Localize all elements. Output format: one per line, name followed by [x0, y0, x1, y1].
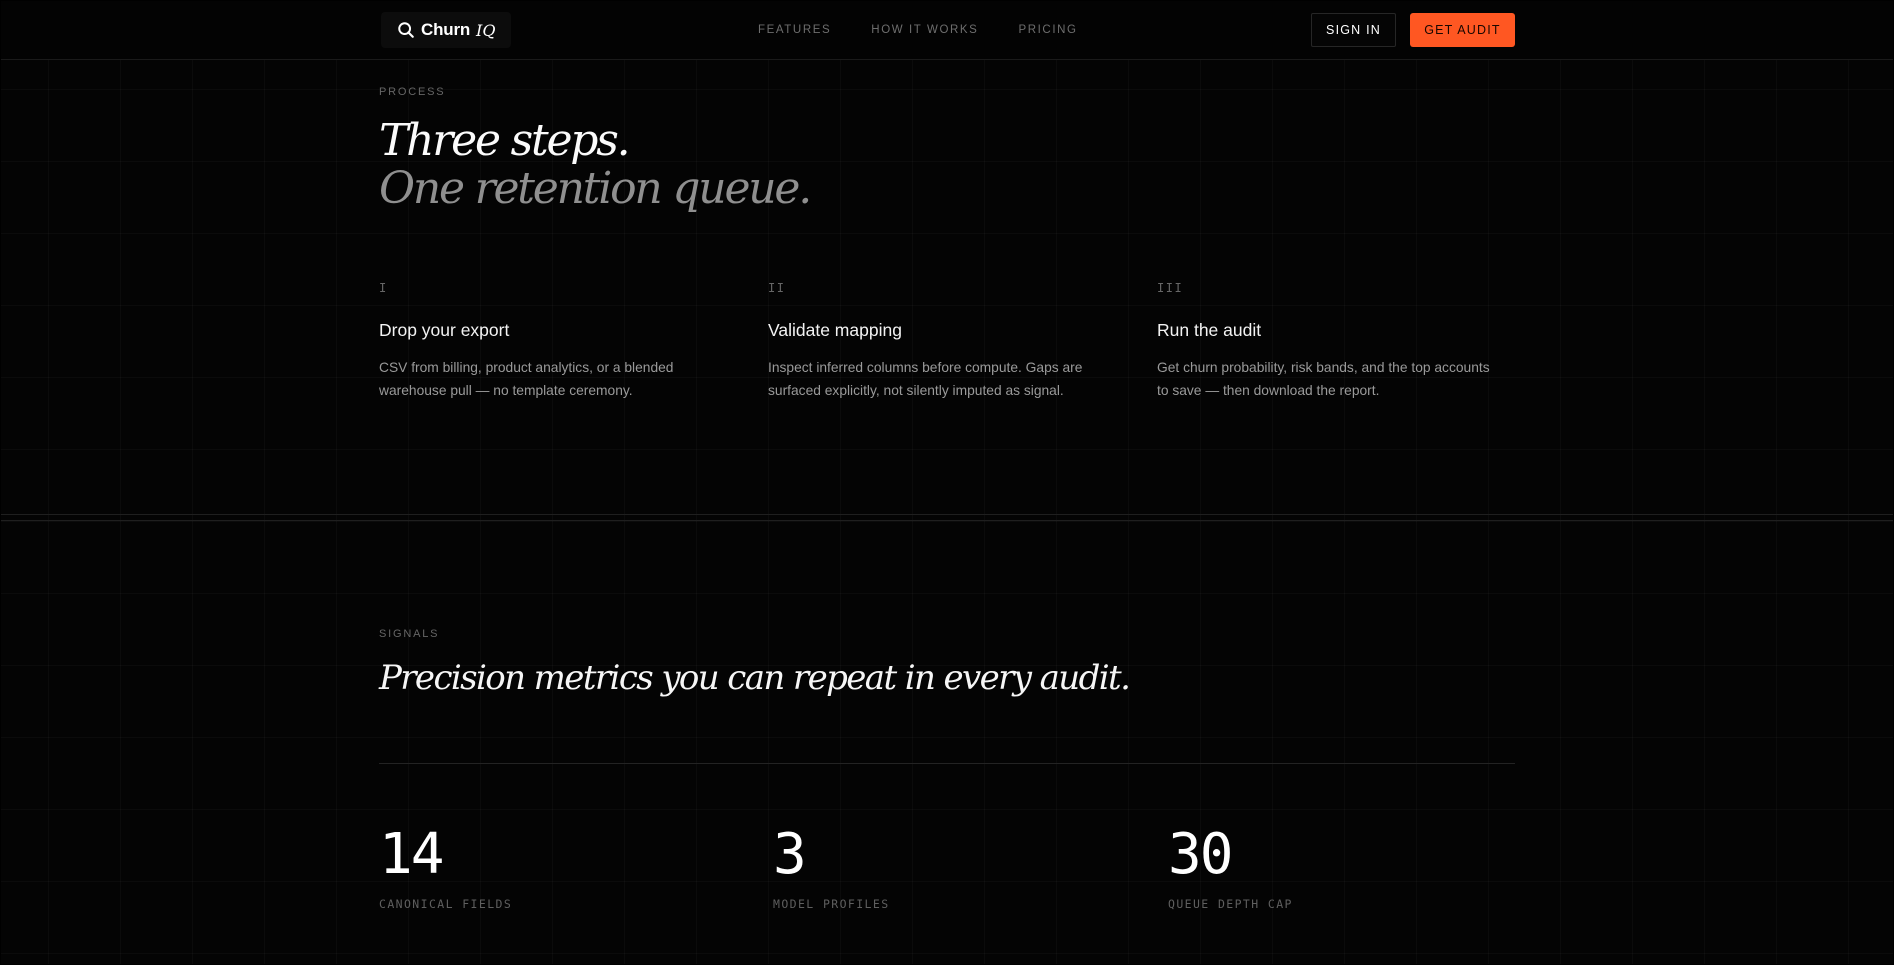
stat-model-profiles: 3 MODEL PROFILES: [773, 822, 890, 912]
stat-value: 30: [1168, 822, 1233, 887]
signals-eyebrow: SIGNALS: [379, 628, 440, 640]
nav-link-pricing[interactable]: PRICING: [1018, 24, 1077, 36]
step-card-2: II Validate mapping Inspect inferred col…: [768, 281, 1108, 402]
step-description: CSV from billing, product analytics, or …: [379, 360, 674, 398]
stat-label: QUEUE DEPTH CAP: [1168, 897, 1293, 911]
step-number: III: [1157, 281, 1184, 295]
top-navigation-bar: Churn IQ FEATURES HOW IT WORKS PRICING SI…: [1, 1, 1893, 60]
step-description: Get churn probability, risk bands, and t…: [1157, 360, 1490, 398]
nav-link-how-it-works[interactable]: HOW IT WORKS: [871, 24, 978, 36]
step-title: Run the audit: [1157, 320, 1262, 340]
brand-logo[interactable]: Churn IQ: [381, 12, 512, 48]
stat-value: 3: [773, 822, 807, 887]
sign-in-button[interactable]: SIGN IN: [1311, 13, 1396, 47]
stat-value: 14: [379, 822, 444, 887]
section-divider: [1, 514, 1893, 515]
step-card-1: I Drop your export CSV from billing, pro…: [379, 281, 719, 402]
step-card-3: III Run the audit Get churn probability,…: [1157, 281, 1497, 402]
stat-label: CANONICAL FIELDS: [379, 897, 513, 911]
section-divider: [1, 520, 1893, 521]
main-nav: FEATURES HOW IT WORKS PRICING: [758, 24, 1078, 36]
magnifier-logo-icon: [398, 22, 414, 38]
process-headline-line2: One retention queue.: [379, 163, 812, 214]
get-audit-button[interactable]: GET AUDIT: [1410, 13, 1515, 47]
signals-headline: Precision metrics you can repeat in ever…: [379, 658, 1131, 698]
step-description: Inspect inferred columns before compute.…: [768, 360, 1083, 398]
page: Churn IQ FEATURES HOW IT WORKS PRICING SI…: [1, 1, 1893, 964]
step-number: I: [379, 281, 388, 295]
step-title: Drop your export: [379, 320, 510, 340]
stat-queue-depth-cap: 30 QUEUE DEPTH CAP: [1168, 822, 1293, 912]
step-title: Validate mapping: [768, 320, 902, 340]
nav-link-features[interactable]: FEATURES: [758, 24, 831, 36]
stat-canonical-fields: 14 CANONICAL FIELDS: [379, 822, 513, 912]
brand-name: Churn: [421, 20, 471, 39]
process-eyebrow: PROCESS: [379, 86, 446, 98]
signals-rule: [379, 763, 1515, 764]
stat-label: MODEL PROFILES: [773, 897, 890, 911]
step-number: II: [768, 281, 786, 295]
brand-accent: IQ: [476, 20, 496, 40]
process-headline-line1: Three steps.: [379, 115, 631, 166]
